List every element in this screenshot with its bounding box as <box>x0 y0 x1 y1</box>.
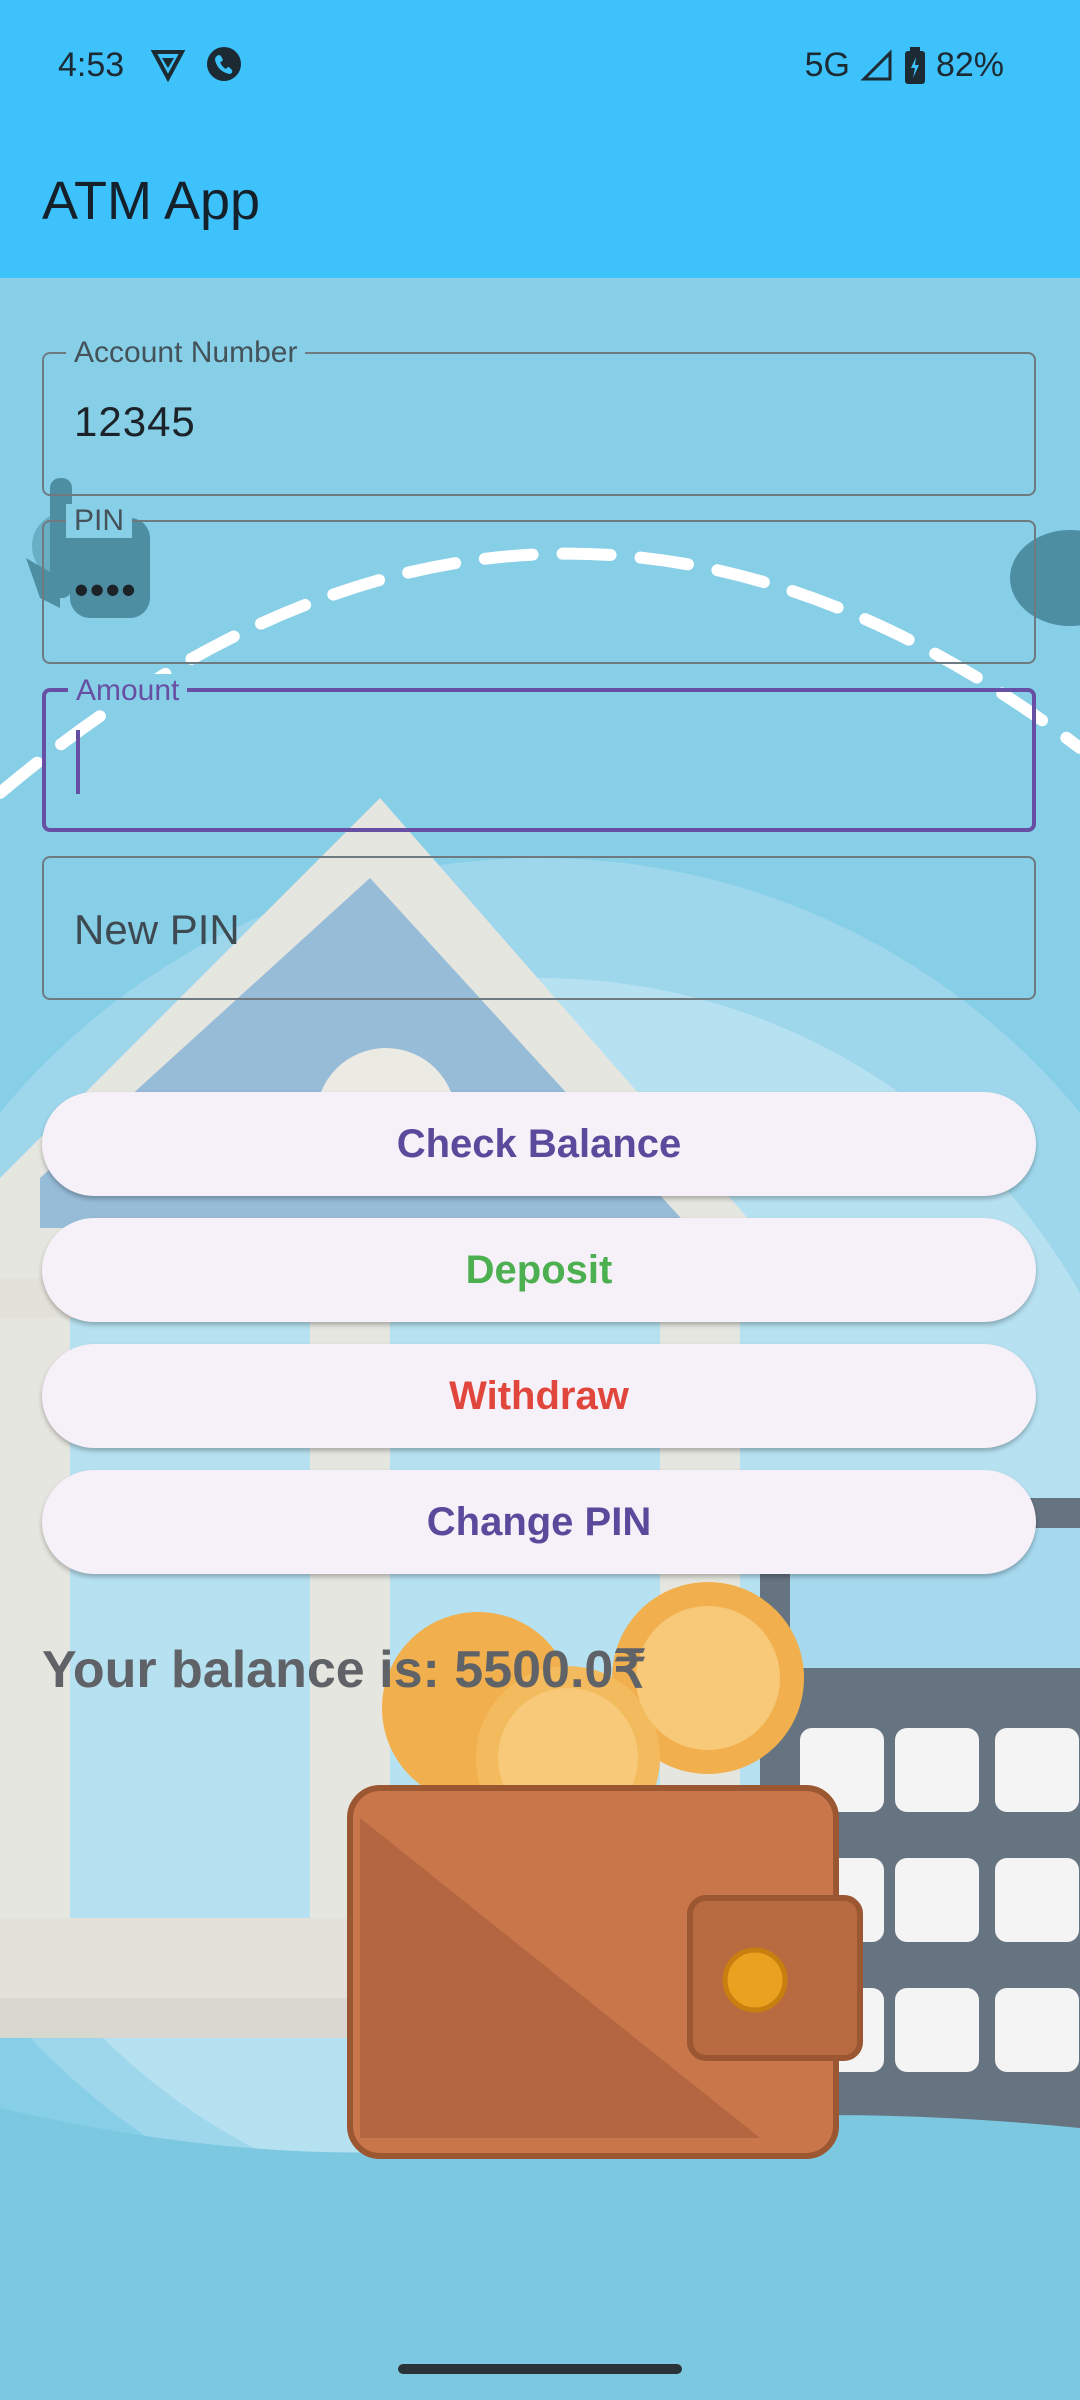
battery-icon <box>904 46 925 84</box>
withdraw-button[interactable]: Withdraw <box>42 1344 1036 1448</box>
app-bar: ATM App <box>0 130 1080 278</box>
app-title: ATM App <box>42 171 261 231</box>
new-pin-placeholder: New PIN <box>74 906 240 953</box>
call-icon <box>207 47 241 81</box>
account-number-field[interactable]: Account Number 12345 <box>42 336 1036 496</box>
network-type: 5G <box>804 46 850 84</box>
pin-label: PIN <box>66 504 133 538</box>
pin-value: •••• <box>74 566 137 613</box>
home-indicator[interactable] <box>398 2364 682 2374</box>
amount-field[interactable]: Amount <box>42 674 1036 832</box>
amount-label: Amount <box>68 674 188 708</box>
wallet-illustration <box>347 1785 863 2159</box>
vpn-shield-icon <box>150 50 186 83</box>
account-number-value: 12345 <box>74 398 196 445</box>
deposit-button[interactable]: Deposit <box>42 1218 1036 1322</box>
text-cursor <box>76 730 80 794</box>
battery-percent: 82% <box>935 46 1004 84</box>
status-time: 4:53 <box>58 46 125 84</box>
new-pin-field[interactable]: New PIN <box>42 856 1036 1000</box>
balance-text: Your balance is: 5500.0₹ <box>42 1641 647 1699</box>
signal-icon <box>860 48 892 80</box>
account-number-label: Account Number <box>66 336 306 370</box>
status-bar: 4:53 5G 82% <box>0 0 1080 130</box>
check-balance-button[interactable]: Check Balance <box>42 1092 1036 1196</box>
pin-field[interactable]: PIN •••• <box>42 504 1036 664</box>
change-pin-button[interactable]: Change PIN <box>42 1470 1036 1574</box>
